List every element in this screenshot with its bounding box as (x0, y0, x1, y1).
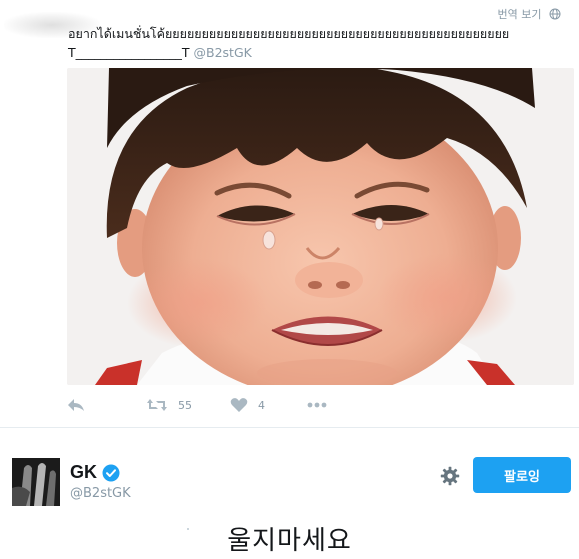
caption-text: 울지마세요 (227, 526, 352, 556)
avatar-image (12, 458, 60, 506)
verified-badge-icon (102, 464, 120, 481)
tweet-actions: 55 4 (66, 394, 466, 418)
retweet-count: 55 (178, 398, 192, 412)
username[interactable]: @B2stGK (70, 486, 131, 501)
like-count: 4 (258, 398, 265, 412)
globe-icon (549, 8, 561, 20)
translate-label[interactable]: 번역 보기 (498, 8, 542, 21)
heart-icon (230, 398, 248, 412)
gear-icon[interactable] (440, 466, 460, 486)
tweet-text: อยากได้เมนชั่นโค้ยยยยยยยยยยยยยยยยยยยยยยย… (68, 24, 568, 62)
more-button[interactable] (306, 394, 328, 416)
display-name[interactable]: GK (70, 462, 120, 483)
retweet-icon (147, 399, 167, 411)
tweet-mention-link[interactable]: @B2stGK (194, 45, 252, 60)
retweet-button[interactable]: 55 (146, 394, 192, 416)
like-button[interactable]: 4 (230, 394, 265, 416)
translate-link[interactable]: 번역 보기 (498, 6, 561, 22)
display-name-text[interactable]: GK (70, 462, 97, 483)
tweet-text-line2: T_________________T (68, 45, 190, 60)
avatar[interactable] (12, 458, 60, 506)
more-icon (307, 402, 327, 408)
tweet-text-line1: อยากได้เมนชั่นโค้ยยยยยยยยยยยยยยยยยยยยยยย… (68, 26, 510, 41)
reply-icon (68, 399, 84, 411)
reply-button[interactable] (66, 394, 86, 416)
following-button[interactable]: 팔로잉 (473, 457, 571, 493)
tweet-photo[interactable] (67, 68, 574, 385)
profile-card: GK @B2stGK 팔로잉 울지마세요 (0, 428, 579, 559)
tweet-card: 번역 보기 อยากได้เมนชั่นโค้ยยยยยยยยยยยยยยยยย… (0, 0, 579, 427)
crying-baby-image (67, 68, 574, 385)
